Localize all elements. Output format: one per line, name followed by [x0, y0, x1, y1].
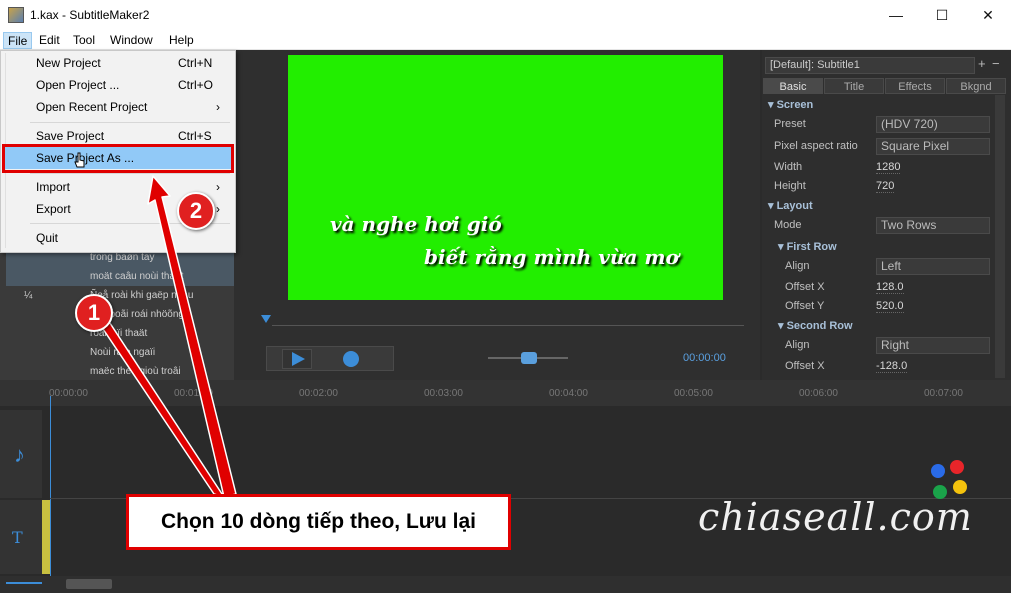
step-badge-1: 1	[75, 294, 113, 332]
watermark-logo	[930, 459, 970, 503]
step-badge-2: 2	[177, 192, 215, 230]
callout-text: Chọn 10 dòng tiếp theo, Lưu lại	[160, 510, 477, 533]
instruction-callout: Chọn 10 dòng tiếp theo, Lưu lại	[126, 494, 511, 550]
